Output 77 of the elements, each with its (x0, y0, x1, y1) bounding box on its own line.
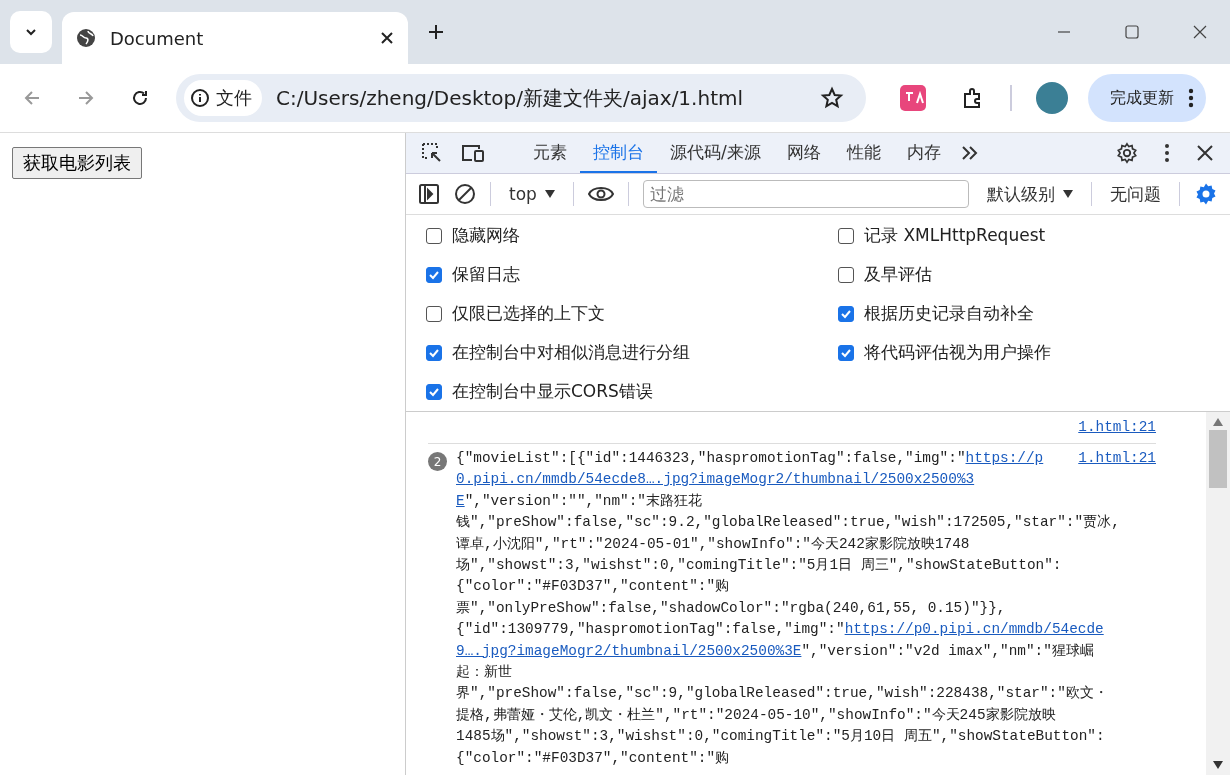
setting-label: 根据历史记录自动补全 (864, 302, 1034, 325)
update-button[interactable]: 完成更新 (1088, 74, 1206, 122)
repeat-count-badge: 2 (428, 452, 447, 471)
url-link[interactable]: https://p0.pipi.cn/mmdb/54ecde (844, 621, 1104, 638)
checkbox[interactable] (838, 266, 854, 283)
devtools-tab[interactable]: 性能 (833, 133, 894, 173)
clear-console-icon[interactable] (454, 183, 476, 205)
scroll-down-icon[interactable] (1213, 761, 1223, 769)
new-tab-icon[interactable] (428, 24, 444, 40)
tab-title: Document (110, 27, 205, 49)
sidebar-toggle-icon[interactable] (418, 183, 440, 205)
url-link[interactable]: 0.pipi.cn/mmdb/54ecde8….jpg?imageMogr2/thumbnail/2500x2500%3 (456, 471, 975, 488)
log-text: 谭卓,小沈阳","rt":"2024-05-01","showInfo":"今天242家影院放映1748 (456, 535, 970, 552)
devtools-tab[interactable]: 元素 (520, 133, 580, 173)
close-icon[interactable] (380, 31, 394, 45)
dropdown-triangle-icon (1063, 190, 1073, 198)
filter-field[interactable]: 过滤 (642, 180, 969, 208)
devtools-tab[interactable]: 源代码/来源 (657, 133, 774, 173)
devtools-tab[interactable]: 控制台 (580, 133, 657, 173)
translate-extension-icon[interactable] (900, 85, 926, 111)
log-text: {"id":1309779,"haspromotionTag":false,"img":" (456, 621, 845, 638)
setting-label: 及早评估 (864, 263, 932, 286)
url-link[interactable]: E (456, 492, 465, 509)
browser-tab[interactable]: Document (62, 12, 408, 64)
profile-avatar[interactable] (1036, 82, 1068, 114)
star-icon[interactable] (820, 86, 844, 110)
checkbox[interactable] (838, 305, 854, 322)
checkbox[interactable] (426, 344, 442, 361)
url-link[interactable]: https://p (965, 450, 1044, 466)
url-link[interactable]: 9….jpg?imageMogr2/thumbnail/2500x2500%3E (456, 642, 802, 659)
setting-label: 在控制台中对相似消息进行分组 (452, 341, 690, 364)
devtools-tab[interactable]: 内存 (893, 133, 954, 173)
checkbox[interactable] (426, 227, 442, 244)
site-info-chip[interactable]: 文件 (184, 80, 262, 116)
more-vertical-icon[interactable] (1164, 143, 1170, 163)
log-text: 界","preShow":false,"sc":9,"globalReleased":true,"wish":228438,"star":"欧文・ (456, 685, 1108, 702)
log-text: ","version":"v2d imax","nm":"猩球崛 (801, 642, 1094, 659)
setting-label: 在控制台中显示CORS错误 (452, 380, 653, 403)
close-icon[interactable] (1196, 144, 1214, 162)
globe-icon (76, 28, 96, 48)
address-bar[interactable]: 文件 C:/Users/zheng/Desktop/新建文件夹/ajax/1.html (176, 74, 866, 122)
more-vertical-icon (1188, 87, 1194, 109)
context-dropdown[interactable]: top (505, 184, 559, 204)
log-levels-dropdown[interactable]: 默认级别 (983, 182, 1077, 206)
log-text: 场","showst":3,"wishst":0,"comingTitle":"5月1日 周三","showStateButton": (456, 557, 1062, 574)
scroll-up-icon[interactable] (1213, 418, 1223, 426)
close-window-icon[interactable] (1192, 24, 1208, 40)
log-text: {"movieList":[{"id":1446323,"haspromotionTag":false,"img":" (456, 450, 966, 466)
setting-label: 仅限已选择的上下文 (452, 302, 605, 325)
settings-icon[interactable] (1116, 142, 1138, 164)
setting-label: 隐藏网络 (452, 224, 520, 247)
get-movie-list-button[interactable]: 获取电影列表 (12, 147, 142, 179)
checkbox[interactable] (426, 305, 442, 322)
issues-button[interactable]: 无问题 (1106, 182, 1165, 206)
log-text: 提格,弗蕾娅・艾伦,凯文・杜兰","rt":"2024-05-10","showInfo":"今天245家影院放映 (456, 706, 1056, 723)
setting-label: 保留日志 (452, 263, 520, 286)
maximize-icon[interactable] (1124, 24, 1140, 40)
checkbox[interactable] (838, 227, 854, 244)
log-text: 1485场","showst":3,"wishst":0,"comingTitle":"5月10日 周五","showStateButton": (456, 728, 1105, 745)
reload-icon[interactable] (130, 88, 150, 108)
log-text: 钱","preShow":false,"sc":9.2,"globalReleased":true,"wish":172505,"star":"贾冰, (456, 514, 1120, 531)
log-text: 起：新世 (456, 664, 512, 681)
checkbox[interactable] (838, 344, 854, 361)
eye-icon[interactable] (587, 185, 614, 203)
checkbox[interactable] (426, 266, 442, 283)
checkbox[interactable] (426, 383, 442, 400)
info-icon (190, 88, 210, 108)
setting-label: 记录 XMLHttpRequest (864, 224, 1046, 247)
setting-label: 将代码评估视为用户操作 (864, 341, 1051, 364)
log-text: {"color":"#F03D37","content":"购 (456, 578, 730, 595)
dropdown-triangle-icon (544, 190, 555, 198)
log-text: {"color":"#F03D37","content":"购 (456, 749, 730, 766)
log-text: ","version":"","nm":"末路狂花 (464, 492, 702, 509)
scrollbar-thumb[interactable] (1209, 430, 1227, 488)
devtools-tab[interactable]: 网络 (773, 133, 834, 173)
url-text: C:/Users/zheng/Desktop/新建文件夹/ajax/1.html (276, 84, 744, 112)
log-text: 票","onlyPreShow":false,"shadowColor":"rgba(240,61,55, 0.15)"}}, (456, 599, 1006, 616)
